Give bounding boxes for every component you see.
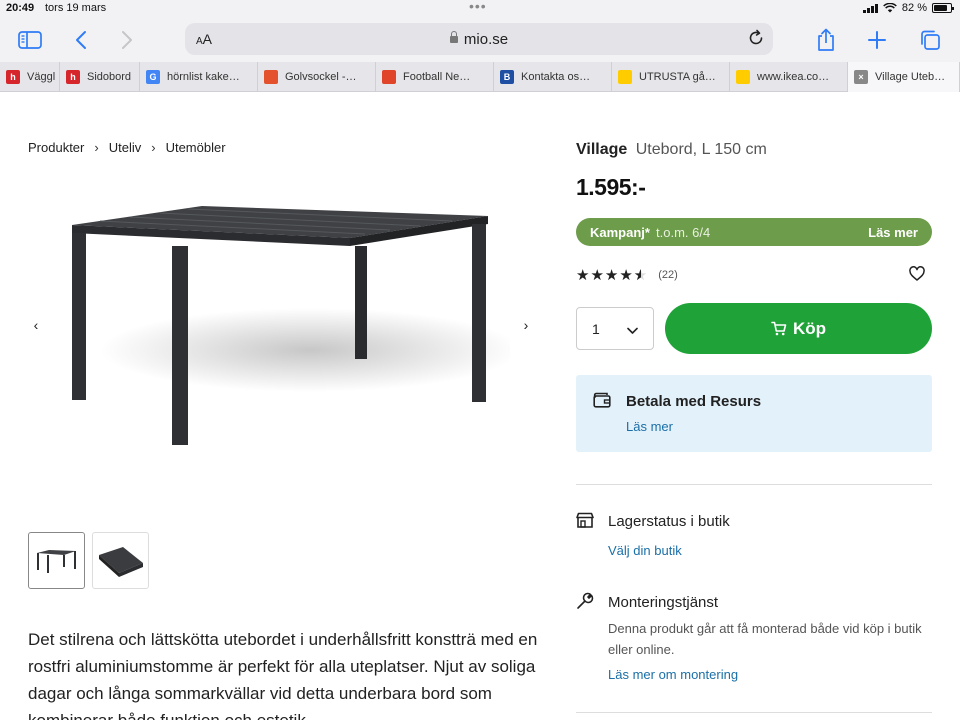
payment-read-more-link[interactable]: Läs mer xyxy=(626,419,673,434)
assembly-description: Denna produkt går att få monterad både v… xyxy=(608,621,922,657)
tab-overview-icon[interactable] xyxy=(914,24,946,56)
status-date: tors 19 mars xyxy=(45,2,107,14)
thumbnail-1[interactable] xyxy=(28,532,85,589)
wifi-icon xyxy=(883,3,897,13)
buy-button-label: Köp xyxy=(792,318,827,338)
status-time: 20:49 xyxy=(6,2,35,14)
tab-title: Väggl xyxy=(27,71,56,83)
quantity-select[interactable]: 1 xyxy=(576,307,654,350)
tab-favicon-icon xyxy=(736,70,750,84)
sidebar-icon[interactable] xyxy=(14,24,46,56)
url-text: mio.se xyxy=(463,31,509,48)
product-brand: Village xyxy=(576,141,628,158)
tab-favicon-icon xyxy=(618,70,632,84)
chevron-right-icon: › xyxy=(151,140,156,155)
browser-tab[interactable]: UTRUSTA gå… xyxy=(612,62,730,92)
tab-bar: h Väggl h Sidobord Ghörnlist kake… Golvsockel… xyxy=(0,62,960,92)
payment-title: Betala med Resurs xyxy=(626,393,762,410)
browser-toolbar: AA mio.se xyxy=(0,18,960,62)
tab-title: Football Ne… xyxy=(403,71,471,83)
tab-title: Kontakta os… xyxy=(521,71,591,83)
forward-icon[interactable] xyxy=(111,24,143,56)
rating-count: (22) xyxy=(658,269,678,281)
tab-favicon-icon: h xyxy=(66,70,80,84)
product-price: 1.595:- xyxy=(576,174,646,200)
status-bar: 20:49 tors 19 mars ••• 82 % xyxy=(0,0,960,18)
product-name: Utebord, L 150 cm xyxy=(635,141,767,158)
product-title: Village Utebord, L 150 cm xyxy=(576,141,767,159)
browser-tab[interactable]: Ghörnlist kake… xyxy=(140,62,258,92)
chevron-down-icon xyxy=(627,322,638,340)
new-tab-icon[interactable] xyxy=(861,24,893,56)
tab-title: Sidobord xyxy=(87,71,132,83)
tab-favicon-icon: B xyxy=(500,70,514,84)
browser-tab[interactable]: h Väggl xyxy=(0,62,60,92)
product-description: Det stilrena och lättskötta utebordet i … xyxy=(28,630,538,720)
breadcrumb-item-produkter[interactable]: Produkter xyxy=(28,140,84,155)
store-stock-title: Lagerstatus i butik xyxy=(608,513,730,530)
quantity-value: 1 xyxy=(592,321,600,337)
reload-icon[interactable] xyxy=(747,29,765,52)
browser-tab[interactable]: Golvsockel -… xyxy=(258,62,376,92)
gallery-prev-icon[interactable]: ‹ xyxy=(28,316,44,334)
share-icon[interactable] xyxy=(810,24,842,56)
lock-icon xyxy=(449,31,458,43)
rating-stars-icon: ★★★★★★★★★★ xyxy=(576,267,649,284)
campaign-read-more-link[interactable]: Läs mer xyxy=(868,225,918,240)
tab-favicon-icon xyxy=(382,70,396,84)
browser-tab[interactable]: www.ikea.co… xyxy=(730,62,848,92)
divider xyxy=(576,712,932,713)
cart-icon xyxy=(771,321,787,336)
campaign-date: t.o.m. 6/4 xyxy=(656,225,711,240)
tab-favicon-icon: G xyxy=(146,70,160,84)
breadcrumb-item-utemobler[interactable]: Utemöbler xyxy=(166,140,226,155)
choose-store-link[interactable]: Välj din butik xyxy=(608,543,682,558)
chevron-right-icon: › xyxy=(94,140,99,155)
product-image xyxy=(72,206,510,445)
tab-title: Golvsockel -… xyxy=(285,71,357,83)
breadcrumb: Produkter › Uteliv › Utemöbler xyxy=(28,140,226,155)
battery-percentage: 82 % xyxy=(901,2,927,14)
payment-box: Betala med Resurs Läs mer xyxy=(576,375,932,452)
gallery-next-icon[interactable]: › xyxy=(518,316,534,334)
browser-tab[interactable]: B Kontakta os… xyxy=(494,62,612,92)
breadcrumb-item-uteliv[interactable]: Uteliv xyxy=(109,140,142,155)
divider xyxy=(576,484,932,485)
assembly-read-more-link[interactable]: Läs mer om montering xyxy=(608,667,738,682)
back-icon[interactable] xyxy=(65,24,97,56)
buy-button[interactable]: Köp xyxy=(665,303,932,354)
assembly-title: Monteringstjänst xyxy=(608,594,719,611)
tab-favicon-icon xyxy=(264,70,278,84)
wallet-icon xyxy=(593,392,611,413)
address-bar[interactable]: AA mio.se xyxy=(185,23,773,55)
tab-favicon-icon: × xyxy=(854,70,868,84)
multitasking-dots-icon[interactable]: ••• xyxy=(469,0,487,14)
campaign-banner[interactable]: Kampanj* t.o.m. 6/4 Läs mer xyxy=(576,218,932,246)
product-rating[interactable]: ★★★★★★★★★★ (22) xyxy=(576,266,678,284)
store-icon xyxy=(576,512,594,533)
browser-tab[interactable]: h Sidobord xyxy=(60,62,140,92)
favorite-heart-icon[interactable] xyxy=(909,266,925,282)
battery-icon xyxy=(932,3,954,13)
campaign-label: Kampanj* xyxy=(590,225,650,240)
tab-title: Village Uteb… xyxy=(875,71,946,83)
tab-title: hörnlist kake… xyxy=(167,71,240,83)
tab-title: www.ikea.co… xyxy=(757,71,830,83)
browser-tab[interactable]: Football Ne… xyxy=(376,62,494,92)
wrench-icon xyxy=(576,592,594,615)
tab-favicon-icon: h xyxy=(6,70,20,84)
cellular-signal-icon xyxy=(862,3,878,13)
thumbnail-2[interactable] xyxy=(92,532,149,589)
tab-title: UTRUSTA gå… xyxy=(639,71,716,83)
browser-tab[interactable]: × Village Uteb… xyxy=(848,62,960,92)
